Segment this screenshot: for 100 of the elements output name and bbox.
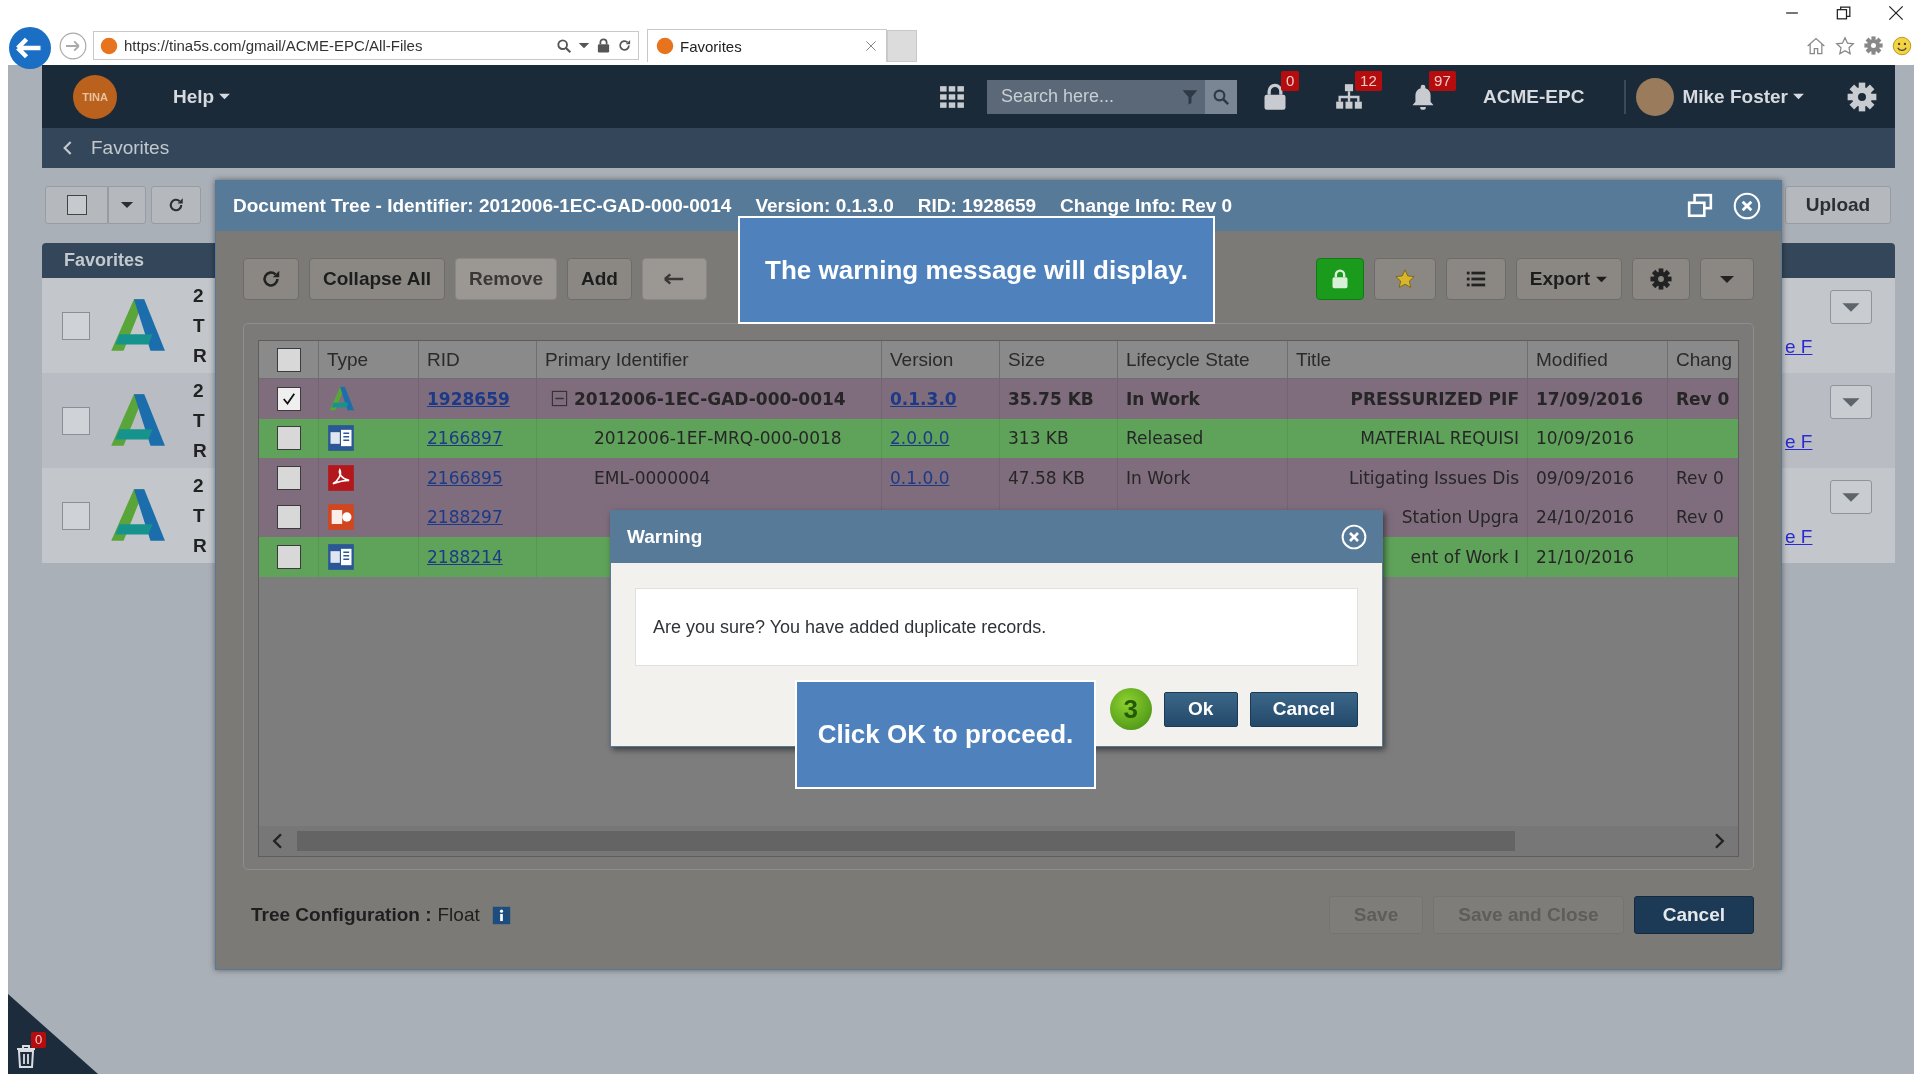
table-cell: Rev 0	[1676, 388, 1730, 409]
user-menu[interactable]: Mike Foster	[1682, 85, 1805, 108]
refresh-button[interactable]	[243, 258, 299, 300]
caret-icon	[1719, 274, 1735, 284]
table-row[interactable]: 2166895 EML-0000004 0.1.0.0 47.58 KB In Work Litigating Issues Dis 09/09/2016 Rev 0	[259, 458, 1738, 498]
settings-button[interactable]	[1632, 258, 1690, 300]
table-cell: 35.75 KB	[1008, 388, 1094, 409]
home-icon[interactable]	[1806, 35, 1826, 56]
search-icon	[1212, 87, 1231, 106]
toolbar-button[interactable]: Add	[566, 258, 632, 300]
refresh-icon[interactable]	[617, 38, 632, 53]
pdf-file-icon	[327, 463, 355, 492]
select-all-button[interactable]	[45, 186, 108, 224]
checkbox[interactable]	[62, 311, 90, 340]
settings-icon[interactable]	[1847, 81, 1877, 112]
checkbox[interactable]	[276, 465, 301, 490]
link[interactable]: e F	[1785, 526, 1813, 548]
refresh-button[interactable]	[151, 186, 201, 224]
close-icon[interactable]	[1886, 3, 1906, 23]
table-cell: In Work	[1126, 388, 1200, 409]
site-icon	[656, 37, 674, 55]
back-icon[interactable]	[9, 26, 51, 69]
link[interactable]: 2188214	[427, 546, 503, 567]
link[interactable]: 0.1.3.0	[890, 388, 957, 409]
checkbox[interactable]	[276, 426, 301, 451]
item-text: R	[193, 533, 207, 558]
dropdown-button[interactable]	[1830, 480, 1872, 514]
checkbox[interactable]	[62, 501, 90, 530]
browser-tab[interactable]: Favorites	[647, 29, 887, 62]
upload-button[interactable]: Upload	[1785, 186, 1891, 224]
table-cell: 21/10/2016	[1536, 546, 1634, 567]
cancel-button[interactable]: Cancel	[1249, 691, 1358, 727]
link[interactable]: 2166897	[427, 428, 503, 449]
link[interactable]: 2166895	[427, 467, 503, 488]
trash-icon[interactable]	[14, 1043, 38, 1069]
count-badge: 12	[1355, 70, 1382, 91]
footer-button[interactable]: Cancel	[1633, 896, 1754, 934]
forward-icon[interactable]	[59, 31, 87, 60]
item-text: T	[193, 503, 206, 528]
smiley-icon[interactable]	[1892, 35, 1912, 56]
dialog-title: Warning	[627, 526, 703, 548]
company-name[interactable]: ACME-EPC	[1483, 85, 1585, 108]
export-button[interactable]: Export	[1515, 258, 1622, 300]
horizontal-scrollbar[interactable]	[259, 826, 1738, 856]
step-badge: 3	[1109, 688, 1152, 730]
link[interactable]: e F	[1785, 336, 1813, 358]
checkbox[interactable]	[276, 505, 301, 530]
search-button[interactable]	[1205, 79, 1238, 114]
count-badge: 0	[31, 1032, 47, 1048]
table-cell: Litigating Issues Dis	[1348, 467, 1519, 488]
item-text: T	[193, 408, 206, 433]
caret-icon	[218, 93, 232, 100]
avatar[interactable]	[1636, 77, 1675, 116]
lock-button[interactable]	[1315, 258, 1364, 300]
caret-icon	[1841, 301, 1861, 313]
link[interactable]: 2.0.0.0	[890, 428, 950, 449]
dropdown-button[interactable]	[1830, 290, 1872, 324]
collapse-icon[interactable]	[551, 390, 568, 408]
link[interactable]: e F	[1785, 431, 1813, 453]
caret-icon[interactable]	[578, 42, 590, 49]
breadcrumb[interactable]: Favorites	[91, 137, 170, 159]
link[interactable]: 2188297	[427, 507, 503, 528]
checkbox[interactable]	[276, 386, 301, 411]
logo[interactable]: TINA	[73, 74, 117, 119]
checkbox[interactable]	[276, 544, 301, 569]
dropdown-button[interactable]	[1830, 385, 1872, 419]
drawing-file-icon	[327, 384, 355, 413]
lock-icon	[596, 38, 611, 53]
table-cell: 09/09/2016	[1536, 467, 1634, 488]
star-icon	[1393, 268, 1416, 290]
checkbox[interactable]	[276, 347, 301, 372]
star-icon[interactable]	[1835, 35, 1855, 56]
apps-grid-icon[interactable]	[939, 83, 966, 110]
item-text: R	[193, 343, 207, 368]
settings-icon	[1650, 268, 1672, 290]
address-bar[interactable]: https://tina5s.com/gmail/ACME-EPC/All-Files	[93, 31, 639, 60]
list-button[interactable]	[1445, 258, 1506, 300]
link[interactable]: 1928659	[427, 388, 510, 409]
filter-icon	[1181, 87, 1200, 106]
refresh-icon	[260, 268, 282, 290]
checkbox[interactable]	[62, 406, 90, 435]
table-cell: 10/09/2016	[1536, 428, 1634, 449]
info-icon[interactable]	[491, 905, 511, 925]
filter-button[interactable]	[1175, 79, 1206, 114]
url-text: https://tina5s.com/gmail/ACME-EPC/All-Files	[124, 37, 423, 54]
link[interactable]: 0.1.0.0	[890, 467, 950, 488]
search-icon[interactable]	[556, 37, 572, 54]
ok-button[interactable]: Ok	[1163, 691, 1238, 727]
favorite-button[interactable]	[1373, 258, 1436, 300]
table-row[interactable]: 1928659 2012006-1EC-GAD-000-0014 0.1.3.0 35.75 KB In Work PRESSURIZED PIF 17/09/2016 Rev 0	[259, 379, 1738, 419]
search-field[interactable]: Search here...	[987, 79, 1176, 114]
help-menu[interactable]: Help	[173, 85, 232, 108]
dropdown-button[interactable]	[108, 186, 146, 224]
site-icon	[100, 36, 118, 55]
toolbar-button[interactable]: Collapse All	[309, 258, 446, 300]
table-row[interactable]: 2166897 2012006-1EF-MRQ-000-0018 2.0.0.0 313 KB Released MATERIAL REQUISI 10/09/2016	[259, 418, 1738, 458]
table-cell: Released	[1126, 428, 1204, 449]
config-label: Tree Configuration :	[251, 904, 432, 926]
item-text: R	[193, 438, 207, 463]
table-cell: Station Upgra	[1401, 507, 1519, 528]
